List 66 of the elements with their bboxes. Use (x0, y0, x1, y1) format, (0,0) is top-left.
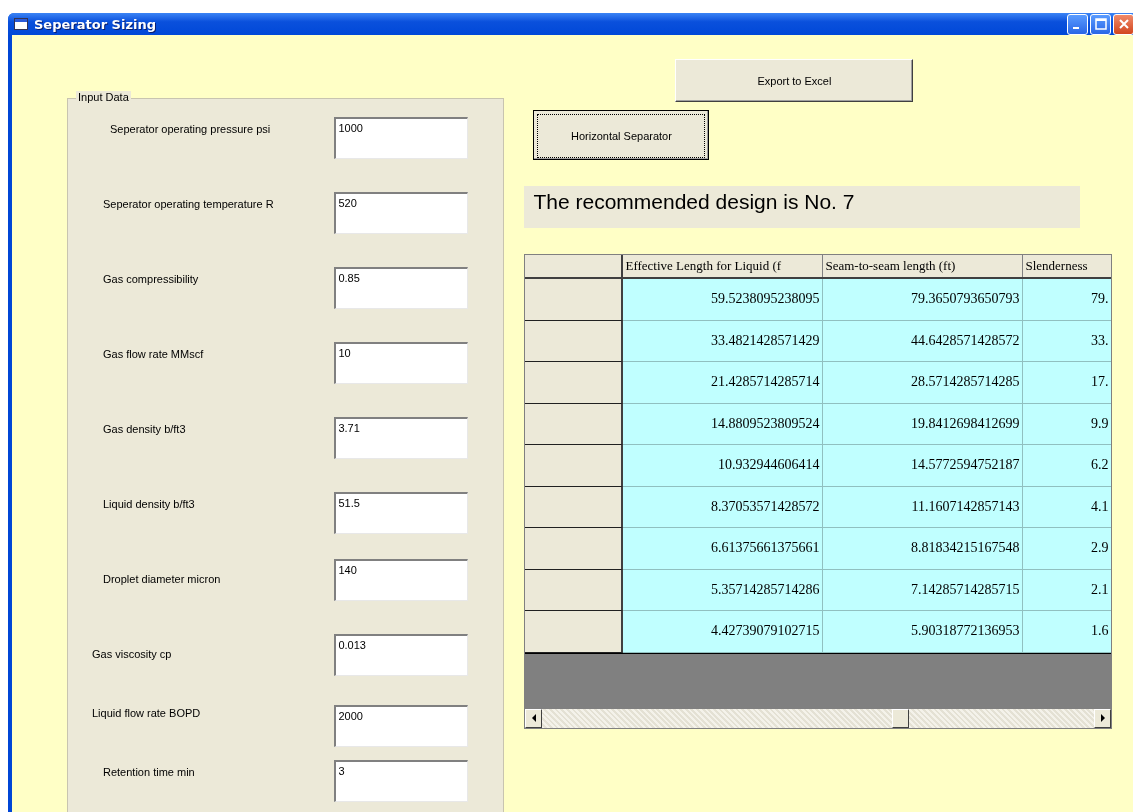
field-label: Gas compressibility (103, 272, 199, 287)
input-field[interactable]: 140 (334, 559, 469, 601)
table-cell: 10.932944606414 (623, 445, 824, 487)
table-cell: 14.5772594752187 (823, 445, 1024, 487)
table-cell: 21.4285714285714 (623, 362, 824, 404)
input-field[interactable]: 0.013 (334, 634, 469, 676)
table-cell: 33. (1023, 320, 1112, 362)
export-button[interactable]: Export to Excel (675, 59, 914, 102)
input-field[interactable]: 10 (334, 342, 469, 384)
field-label: Gas density b/ft3 (103, 422, 186, 437)
table-cell: 5.90318772136953 (823, 611, 1024, 653)
input-field[interactable]: 0.85 (334, 267, 469, 309)
field-label: Gas flow rate MMscf (103, 347, 204, 362)
field-label: Seperator operating temperature R (103, 197, 274, 212)
table-cell: 8.37053571428572 (623, 486, 824, 528)
group-title: Input Data (76, 91, 131, 103)
close-button[interactable] (1113, 13, 1133, 35)
table-cell: 79.3650793650793 (823, 279, 1024, 321)
table-cell: 59.5238095238095 (623, 279, 824, 321)
table-cell: 4.42739079102715 (623, 611, 824, 653)
table-cell: 79. (1023, 279, 1112, 321)
table-cell: 2.1 (1023, 569, 1112, 611)
table-cell: 6.2 (1023, 445, 1112, 487)
table-cell: 19.8412698412699 (823, 403, 1024, 445)
field-label: Liquid flow rate BOPD (92, 706, 201, 721)
window-title: Seperator Sizing (34, 16, 156, 32)
table-cell: 8.81834215167548 (823, 528, 1024, 570)
table-cell: 7.14285714285715 (823, 569, 1024, 611)
field-label: Seperator operating pressure psi (110, 122, 271, 137)
column-header: Effective Length for Liquid (f (623, 255, 824, 277)
table-cell: 6.61375661375661 (623, 528, 824, 570)
separator-button[interactable]: Horizontal Separator (533, 110, 710, 160)
maximize-button[interactable] (1090, 13, 1111, 35)
input-field[interactable]: 2000 (334, 705, 469, 747)
field-label: Liquid density b/ft3 (103, 497, 195, 512)
minimize-button[interactable] (1067, 13, 1088, 35)
field-label: Gas viscosity cp (92, 647, 172, 662)
close-icon (1117, 18, 1130, 30)
table-cell: 14.8809523809524 (623, 403, 824, 445)
table-cell: 17. (1023, 362, 1112, 404)
field-label: Retention time min (103, 765, 195, 780)
field-label: Droplet diameter micron (103, 572, 221, 587)
table-cell: 28.5714285714285 (823, 362, 1024, 404)
input-field[interactable]: 3.71 (334, 417, 469, 459)
table-cell: 2.9 (1023, 528, 1112, 570)
scroll-thumb[interactable] (892, 708, 910, 728)
horizontal-scrollbar[interactable] (525, 708, 1112, 728)
recommendation-text: The recommended design is No. 7 (524, 186, 1081, 228)
table-cell: 5.35714285714286 (623, 569, 824, 611)
column-header: Seam-to-seam length (ft) (823, 255, 1024, 277)
table-cell: 44.6428571428572 (823, 320, 1024, 362)
input-field[interactable]: 3 (334, 760, 469, 802)
table-cell: 9.9 (1023, 403, 1112, 445)
minimize-icon (1072, 27, 1079, 29)
table-cell: 11.1607142857143 (823, 486, 1024, 528)
table-cell: 1.6 (1023, 611, 1112, 653)
scroll-left-icon[interactable] (525, 708, 543, 728)
input-field[interactable]: 51.5 (334, 492, 469, 534)
table-cell: 4.1 (1023, 486, 1112, 528)
input-field[interactable]: 520 (334, 192, 469, 234)
table-cell: 33.4821428571429 (623, 320, 824, 362)
input-field[interactable]: 1000 (334, 117, 469, 159)
app-icon (14, 18, 28, 30)
maximize-icon (1094, 18, 1107, 30)
column-header: Slenderness (1023, 255, 1112, 277)
scroll-right-icon[interactable] (1094, 708, 1112, 728)
